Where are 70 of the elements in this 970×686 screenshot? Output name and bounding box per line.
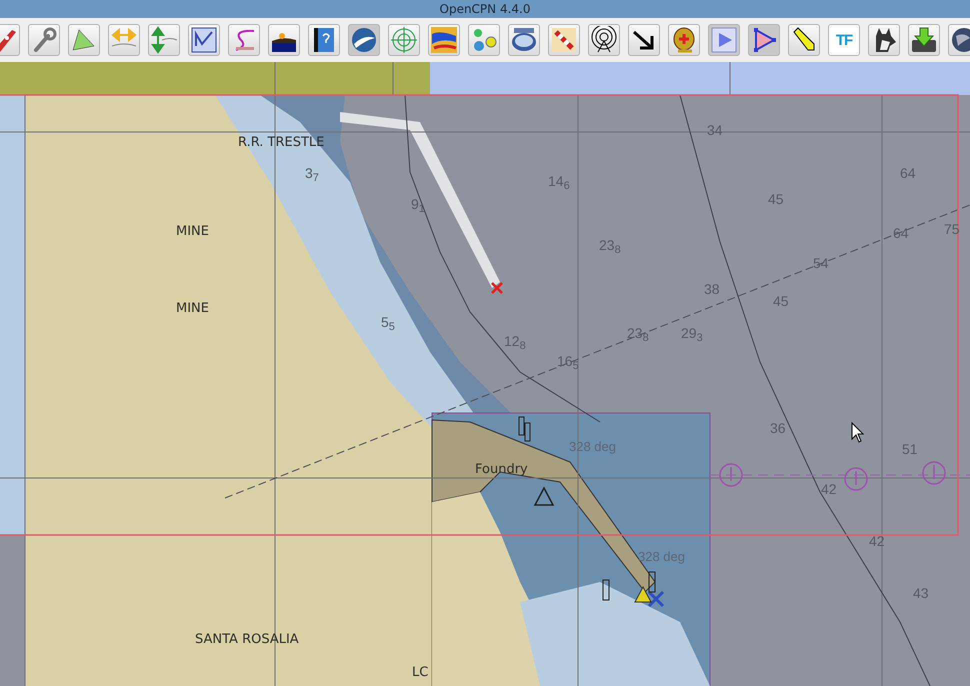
windsock-button[interactable] (548, 24, 580, 56)
anchor-icon (534, 486, 554, 506)
bearing-label: 328 deg (638, 550, 685, 563)
buoy-icon (634, 586, 652, 602)
question-button[interactable] (68, 24, 100, 56)
place-name: MINE (176, 302, 209, 315)
route-list-icon (190, 26, 218, 54)
depth-sounding: 64 (893, 226, 909, 240)
globe-button[interactable] (348, 24, 380, 56)
gauges-button[interactable] (468, 24, 500, 56)
radio-waves-icon (590, 26, 618, 54)
place-name: MINE (176, 225, 209, 238)
depth-sounding: 3$_{7}$ (305, 166, 319, 184)
bearing-label: 328 deg (569, 440, 616, 453)
depth-sounding: 29$_{3}$ (681, 326, 703, 344)
depth-sounding: 54 (813, 256, 829, 270)
place-name: LC (412, 666, 428, 679)
depth-sounding: 64 (900, 166, 916, 180)
curve-button[interactable] (228, 24, 260, 56)
pencil-button[interactable] (788, 24, 820, 56)
crosshair-icon (390, 26, 418, 54)
wrench-button[interactable] (28, 24, 60, 56)
mouse-pointer-icon (852, 422, 864, 443)
depth-sounding: 42 (869, 534, 885, 548)
triangle-route-button[interactable] (748, 24, 780, 56)
depth-sounding: 16$_{5}$ (557, 354, 579, 372)
depth-sounding: 38 (704, 282, 720, 296)
depth-sounding: 5$_{5}$ (381, 315, 395, 333)
map-disc-icon (510, 26, 538, 54)
satellite-dish-button[interactable] (668, 24, 700, 56)
play-panel-icon (710, 26, 738, 54)
depth-sounding: 43 (913, 586, 929, 600)
tide-station-icon (844, 467, 868, 491)
place-name: Foundry (475, 463, 528, 476)
lighthouse-icon (648, 572, 656, 592)
depth-sounding: 34 (707, 123, 723, 137)
depth-sounding: 45 (768, 192, 784, 206)
vertical-arrows-icon (150, 26, 178, 54)
window-title: OpenCPN 4.4.0 (440, 2, 530, 16)
vertical-arrows-button[interactable] (148, 24, 180, 56)
route-list-button[interactable] (188, 24, 220, 56)
waypoint-cross-icon (648, 590, 664, 608)
depth-sounding: 23$_{8}$ (627, 326, 649, 344)
crosshair-button[interactable] (388, 24, 420, 56)
beacon-icon (518, 416, 530, 442)
depth-sounding: 23$_{8}$ (599, 238, 621, 256)
tide-station-icon (719, 463, 743, 487)
depth-sounding: 12$_{8}$ (504, 334, 526, 352)
sunset-button[interactable] (268, 24, 300, 56)
arrow-down-right-button[interactable] (628, 24, 660, 56)
help-book-button[interactable] (308, 24, 340, 56)
depth-sounding: 45 (773, 294, 789, 308)
download-icon (910, 26, 938, 54)
cross-mark-icon (490, 282, 504, 294)
dog-button[interactable] (868, 24, 900, 56)
weather-map-icon (430, 26, 458, 54)
globe-icon (350, 26, 378, 54)
weather-map-button[interactable] (428, 24, 460, 56)
download-button[interactable] (908, 24, 940, 56)
depth-sounding: 36 (770, 421, 786, 435)
map-disc-button[interactable] (508, 24, 540, 56)
depth-sounding: 51 (902, 442, 918, 456)
depth-sounding: 42 (821, 482, 837, 496)
depth-sounding: 14$_{6}$ (548, 174, 570, 192)
lighthouse-icon (602, 580, 610, 600)
earth-icon (950, 26, 970, 54)
depth-sounding: 9$_{1}$ (411, 197, 425, 215)
tide-station-icon (922, 461, 946, 485)
radio-waves-button[interactable] (588, 24, 620, 56)
play-panel-button[interactable] (708, 24, 740, 56)
